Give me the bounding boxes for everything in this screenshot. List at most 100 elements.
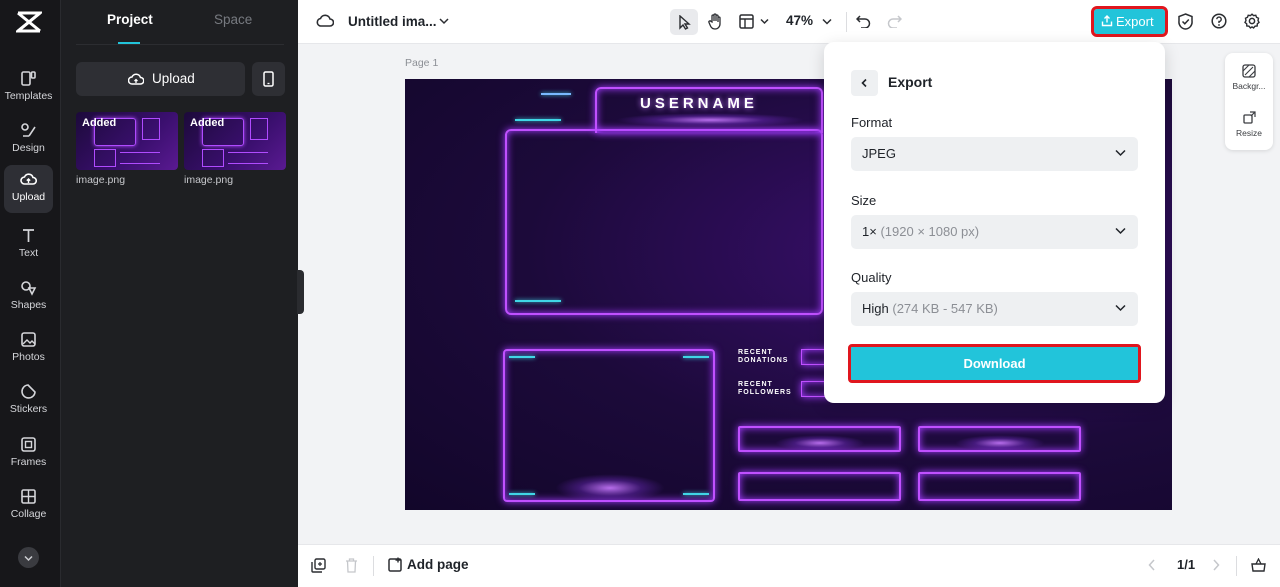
rail-item-collage[interactable]: Collage <box>4 482 53 530</box>
page-counter: 1/1 <box>1177 557 1196 572</box>
chevron-down-icon <box>1115 227 1126 235</box>
top-toolbar: Untitled ima... 47% Export <box>298 0 1280 44</box>
resize-button[interactable]: Resize <box>1225 111 1273 138</box>
page-manager-icon[interactable] <box>1251 558 1266 572</box>
rail-label: Upload <box>11 191 46 203</box>
download-button[interactable]: Download <box>848 344 1141 383</box>
rail-item-frames[interactable]: Frames <box>4 430 53 478</box>
mobile-upload-button[interactable] <box>252 62 285 96</box>
cloud-sync-icon[interactable] <box>316 13 334 29</box>
recent-donations-label: RECENT DONATIONS <box>738 349 789 364</box>
chevron-right-icon[interactable] <box>1212 559 1220 571</box>
quality-label: Quality <box>851 270 892 285</box>
chevron-down-icon <box>1115 304 1126 312</box>
help-icon[interactable] <box>1211 13 1227 29</box>
delete-page-icon[interactable] <box>345 558 358 573</box>
stickers-icon <box>21 384 36 399</box>
asset-thumbnail[interactable]: Added <box>184 112 286 170</box>
asset-filename: image.png <box>184 174 234 186</box>
rail-item-shapes[interactable]: Shapes <box>4 273 53 321</box>
background-label: Backgr... <box>1232 81 1266 91</box>
shapes-icon <box>21 281 37 296</box>
format-select[interactable]: JPEG <box>851 137 1138 171</box>
rail-label: Photos <box>12 351 45 363</box>
upload-button[interactable]: Upload <box>76 62 245 96</box>
rail-more-button[interactable] <box>18 547 39 568</box>
templates-icon <box>21 71 36 86</box>
tab-space[interactable]: Space <box>214 12 252 27</box>
added-badge: Added <box>190 117 225 129</box>
document-title[interactable]: Untitled ima... <box>348 14 437 29</box>
toolbar-divider <box>1236 556 1237 576</box>
text-icon <box>23 229 34 242</box>
asset-thumbnail[interactable]: Added <box>76 112 178 170</box>
add-page-icon[interactable] <box>388 557 403 573</box>
upload-cloud-icon <box>20 173 37 185</box>
rail-label: Text <box>18 247 39 259</box>
rail-item-photos[interactable]: Photos <box>4 325 53 373</box>
design-icon <box>21 123 36 137</box>
corner-accent <box>515 300 561 302</box>
background-button[interactable]: Backgr... <box>1225 64 1273 91</box>
size-select[interactable]: 1× (1920 × 1080 px) <box>851 215 1138 249</box>
corner-accent <box>509 493 535 495</box>
chevron-down-icon[interactable] <box>822 18 832 25</box>
export-popover: Export Format JPEG Size 1× (1920 × 1080 … <box>824 42 1165 403</box>
chevron-left-icon[interactable] <box>1148 559 1156 571</box>
photos-icon <box>21 332 36 347</box>
canvas-tools-panel: Backgr... Resize <box>1225 53 1273 150</box>
resize-label: Resize <box>1236 128 1262 138</box>
duplicate-page-icon[interactable] <box>311 558 326 573</box>
export-button[interactable]: Export <box>1091 6 1168 37</box>
hand-icon[interactable] <box>707 13 723 30</box>
glow-effect <box>555 474 665 502</box>
webcam-frame-main <box>505 129 823 315</box>
format-label: Format <box>851 115 893 130</box>
recent-followers-label: RECENT FOLLOWERS <box>738 381 792 396</box>
tab-divider <box>76 44 284 45</box>
collage-icon <box>21 489 36 504</box>
rail-label: Stickers <box>9 403 48 415</box>
collapse-panel-handle[interactable] <box>297 270 304 314</box>
rail-item-design[interactable]: Design <box>4 116 53 164</box>
back-button[interactable] <box>851 70 878 96</box>
quality-select[interactable]: High (274 KB - 547 KB) <box>851 292 1138 326</box>
added-badge: Added <box>82 117 117 129</box>
redo-icon[interactable] <box>887 14 902 28</box>
background-icon <box>1242 64 1256 78</box>
rail-item-stickers[interactable]: Stickers <box>4 377 53 425</box>
undo-icon[interactable] <box>856 14 871 28</box>
panel-button <box>918 472 1081 501</box>
chevron-down-icon <box>1115 149 1126 157</box>
rail-label: Frames <box>10 456 47 468</box>
size-detail: (1920 × 1080 px) <box>880 224 980 239</box>
quality-detail: (274 KB - 547 KB) <box>892 301 998 316</box>
corner-accent <box>683 356 709 358</box>
corner-accent <box>683 493 709 495</box>
username-text: USERNAME <box>640 95 758 112</box>
chevron-down-icon[interactable] <box>439 17 449 25</box>
layout-icon[interactable] <box>739 14 754 29</box>
rail-item-text[interactable]: Text <box>4 221 53 269</box>
rail-item-upload[interactable]: Upload <box>4 165 53 213</box>
toolbar-divider <box>373 556 374 576</box>
add-page-button[interactable]: Add page <box>407 557 469 572</box>
export-title: Export <box>888 74 933 90</box>
stripe-accent <box>541 93 571 95</box>
rail-label: Shapes <box>10 299 47 311</box>
tab-project[interactable]: Project <box>107 12 153 27</box>
resize-icon <box>1243 111 1256 124</box>
assets-panel: Project Space Upload Added image.png Add… <box>60 0 298 587</box>
capcut-logo-icon[interactable] <box>16 10 42 34</box>
left-rail: Templates Design Upload Text Shapes Phot… <box>0 0 60 587</box>
settings-gear-icon[interactable] <box>1244 13 1260 29</box>
shield-check-icon[interactable] <box>1178 13 1193 30</box>
upload-button-label: Upload <box>152 71 195 86</box>
select-tool-button[interactable] <box>670 9 698 35</box>
chevron-left-icon <box>861 78 867 88</box>
chevron-down-icon[interactable] <box>760 18 769 25</box>
zoom-level[interactable]: 47% <box>786 13 813 28</box>
corner-accent <box>509 356 535 358</box>
rail-item-templates[interactable]: Templates <box>4 64 53 112</box>
rail-label: Design <box>12 142 45 154</box>
